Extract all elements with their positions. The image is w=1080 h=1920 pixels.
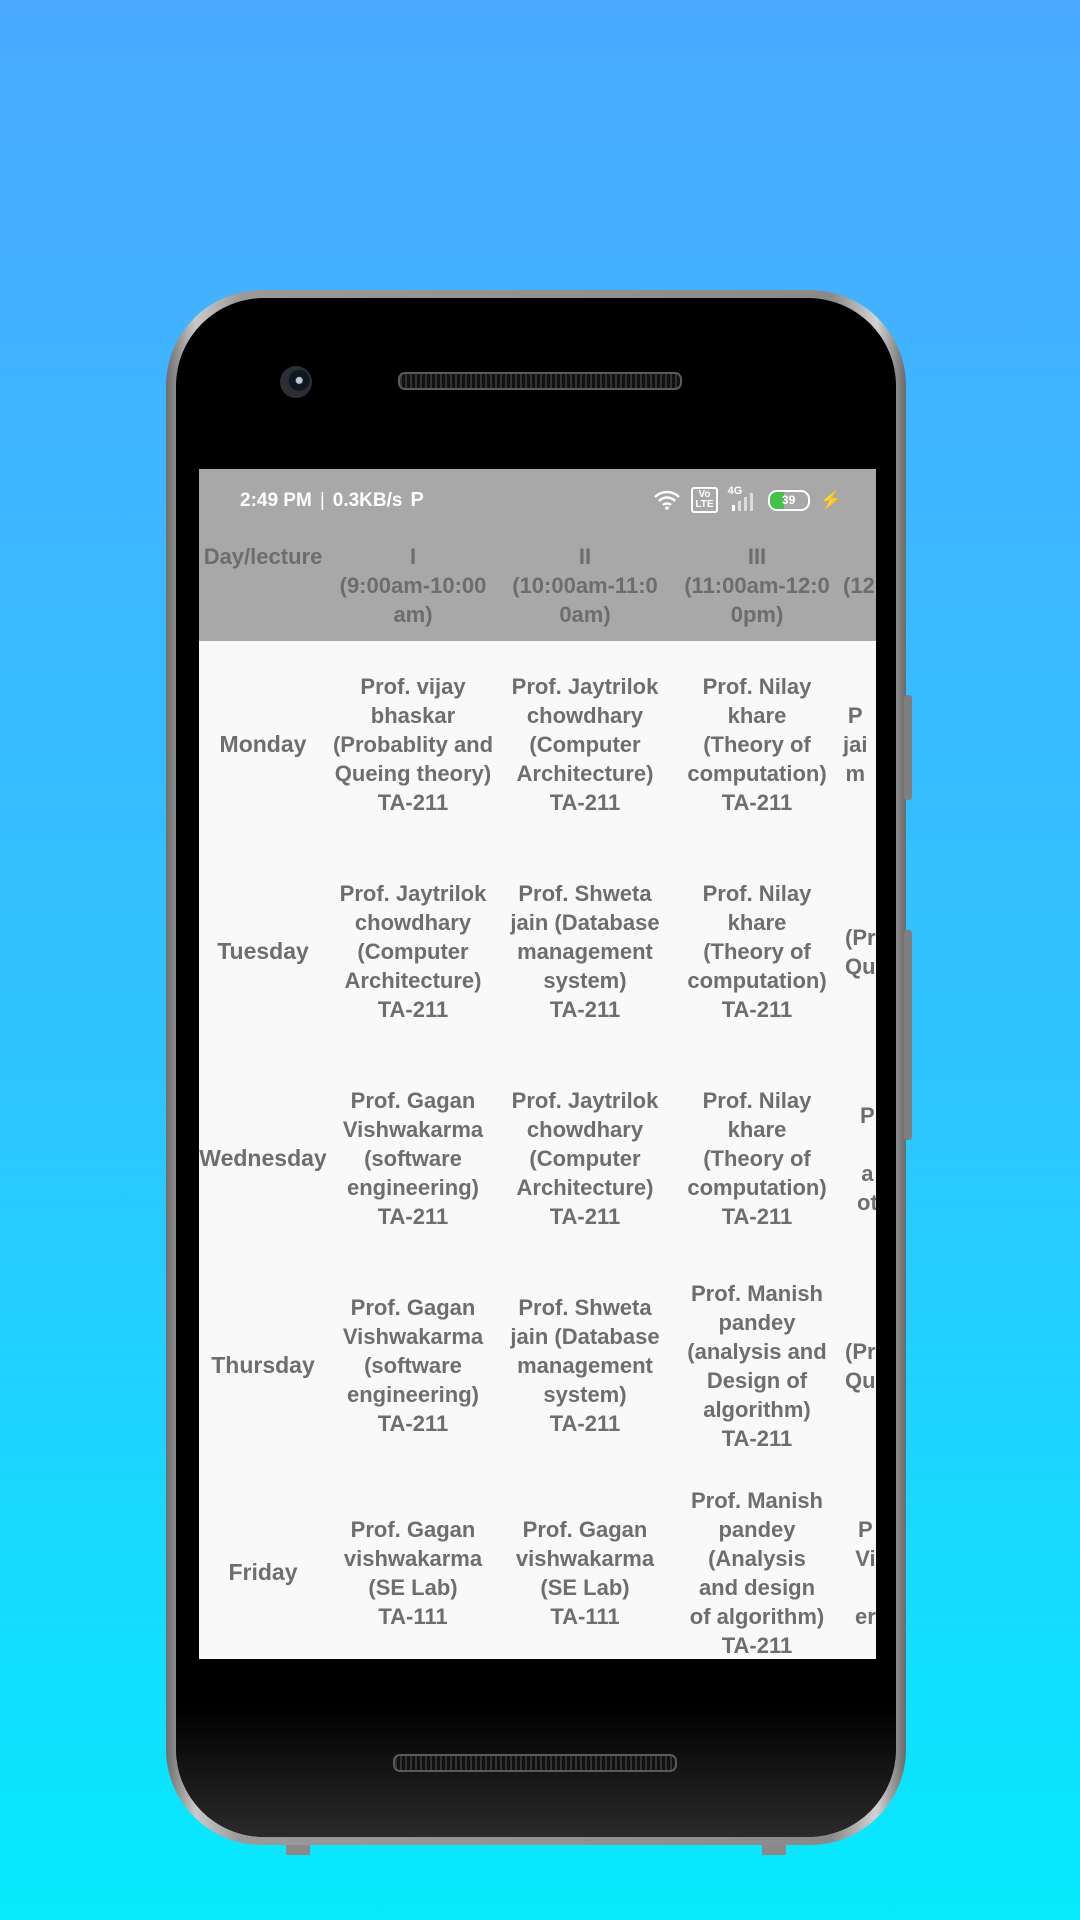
lecture-cell-partial: (Pr Qu (845, 924, 876, 979)
header-day-lecture: Day/lecture (203, 544, 323, 569)
lecture-cell-partial: P Vi er (855, 1516, 876, 1629)
lecture-cell: Prof. Nilay khare (Theory of computation… (687, 1088, 827, 1229)
lecture-cell: Prof. Gagan Vishwakarma (software engine… (342, 1295, 484, 1436)
earpiece-speaker (398, 372, 682, 390)
lecture-cell: Prof. Manish pandey (Analysis and design… (689, 1487, 825, 1658)
wifi-icon (654, 490, 681, 510)
lecture-cell: Prof. Nilay khare (Theory of computation… (687, 881, 827, 1022)
lecture-cell: Prof. Gagan Vishwakarma (software engine… (342, 1088, 484, 1229)
lecture-cell: Prof. Shweta jain (Database management s… (510, 881, 660, 1022)
status-bar: 2:49 PM | 0.3KB/s P Vo LTE 4G 39 ⚡ (199, 469, 876, 531)
header-lecture-1: I (9:00am-10:00 am) (339, 544, 487, 627)
status-separator: | (319, 489, 325, 511)
status-time: 2:49 PM (240, 489, 312, 511)
lecture-cell: Prof. vijay bhaskar (Probablity and Quei… (332, 674, 494, 815)
front-camera-icon (280, 366, 312, 398)
day-cell: Monday (219, 731, 307, 757)
lecture-cell: Prof. Manish pandey (analysis and Design… (687, 1280, 827, 1451)
bottom-speaker (393, 1754, 677, 1772)
lecture-cell: Prof. Gagan vishwakarma (SE Lab) TA-111 (515, 1516, 655, 1629)
phone-screen: 2:49 PM | 0.3KB/s P Vo LTE 4G 39 ⚡ Day/l… (199, 469, 876, 1659)
signal-icon: 4G (728, 485, 758, 511)
timetable-row-wednesday: Wednesday Prof. Gagan Vishwakarma (softw… (199, 1055, 876, 1262)
header-lecture-2: II (10:00am-11:0 0am) (512, 544, 658, 627)
power-button (904, 930, 912, 1140)
timetable-row-monday: Monday Prof. vijay bhaskar (Probablity a… (199, 641, 876, 848)
header-lecture-4: (12 (843, 573, 875, 598)
timetable-header: Day/lecture I (9:00am-10:00 am) II (10:0… (199, 531, 876, 641)
frame-nub-right (762, 1845, 786, 1855)
day-cell: Thursday (211, 1352, 315, 1378)
lecture-cell: Prof. Nilay khare (Theory of computation… (687, 674, 827, 815)
lecture-cell-partial: P a ot (857, 1102, 876, 1215)
battery-icon: 39 (767, 489, 810, 511)
lecture-cell: Prof. Jaytrilok chowdhary (Computer Arch… (511, 674, 659, 815)
lecture-cell-partial: (Pr Qu (845, 1338, 876, 1393)
day-cell: Wednesday (199, 1145, 327, 1171)
timetable-row-friday: Friday Prof. Gagan vishwakarma (SE Lab) … (199, 1469, 876, 1659)
header-lecture-3: III (11:00am-12:0 0pm) (684, 544, 830, 627)
p-app-icon: P (410, 489, 424, 511)
lecture-cell-partial: P jai m (843, 703, 868, 786)
lecture-cell: Prof. Jaytrilok chowdhary (Computer Arch… (511, 1088, 659, 1229)
lecture-cell: Prof. Gagan vishwakarma (SE Lab) TA-111 (343, 1516, 483, 1629)
frame-nub-left (286, 1845, 310, 1855)
timetable-row-tuesday: Tuesday Prof. Jaytrilok chowdhary (Compu… (199, 848, 876, 1055)
volte-icon: Vo LTE (691, 487, 718, 513)
status-left: 2:49 PM | 0.3KB/s P (240, 489, 424, 512)
volume-button (904, 695, 912, 800)
status-right: Vo LTE 4G 39 ⚡ (653, 485, 842, 513)
charging-bolt-icon: ⚡ (819, 489, 842, 510)
battery-level: 39 (781, 493, 796, 507)
day-cell: Friday (228, 1559, 298, 1585)
lecture-cell: Prof. Shweta jain (Database management s… (510, 1295, 660, 1436)
lecture-cell: Prof. Jaytrilok chowdhary (Computer Arch… (339, 881, 487, 1022)
network-speed: 0.3KB/s (332, 489, 403, 511)
day-cell: Tuesday (217, 938, 309, 964)
timetable-row-thursday: Thursday Prof. Gagan Vishwakarma (softwa… (199, 1262, 876, 1469)
